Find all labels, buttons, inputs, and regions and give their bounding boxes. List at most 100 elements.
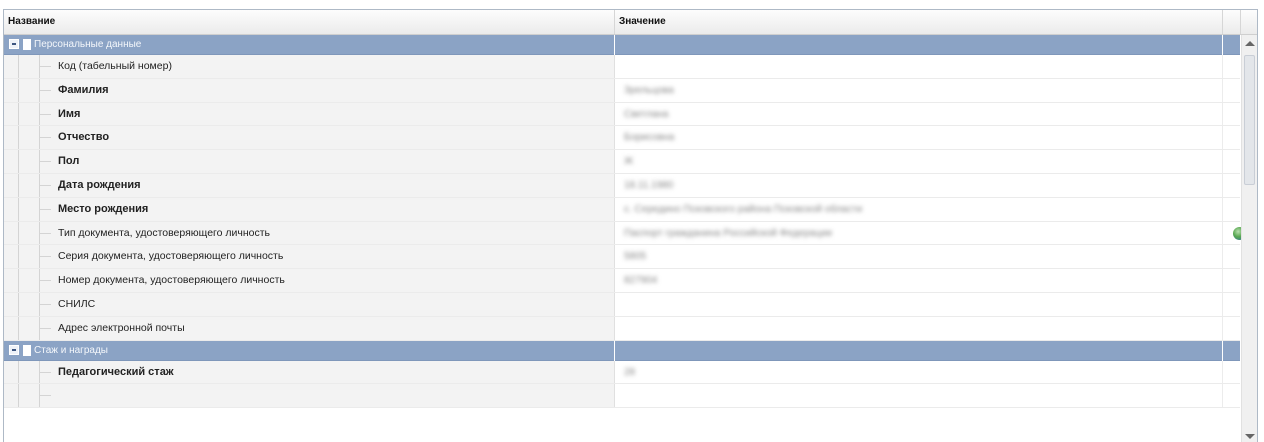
property-extra-cell xyxy=(1222,384,1240,408)
property-row[interactable]: Место рождения с. Середино Псковского рай… xyxy=(4,197,1240,222)
property-extra-cell xyxy=(1222,126,1240,150)
tree-line xyxy=(39,113,51,115)
tree-line xyxy=(39,137,51,139)
property-grid: Название Значение Персональные данные Код… xyxy=(3,9,1258,442)
property-value[interactable]: Зрельцова xyxy=(624,79,674,102)
property-label: Серия документа, удостоверяющего личност… xyxy=(58,250,284,263)
property-extra-cell xyxy=(1222,292,1240,316)
property-row[interactable]: СНИЛС xyxy=(4,292,1240,317)
property-extra-cell xyxy=(1222,269,1240,292)
tree-line xyxy=(18,173,19,197)
tree-line xyxy=(39,280,51,282)
property-name-cell: Отчество xyxy=(4,126,615,150)
property-name-cell: СНИЛС xyxy=(4,292,615,316)
group-row[interactable]: Стаж и награды xyxy=(4,340,1240,361)
property-row[interactable]: Имя Светлана xyxy=(4,102,1240,127)
scroll-down-arrow-icon[interactable] xyxy=(1245,434,1255,439)
group-row[interactable]: Персональные данные xyxy=(4,35,1240,55)
property-label: Дата рождения xyxy=(58,178,141,191)
property-row[interactable]: Тип документа, удостоверяющего личность П… xyxy=(4,221,1246,246)
property-name-cell: Педагогический стаж xyxy=(4,360,615,384)
grid-header: Название Значение xyxy=(4,10,1257,35)
property-name-cell: Место рождения xyxy=(4,197,615,221)
property-name-cell: Фамилия xyxy=(4,78,615,102)
property-name-cell: Дата рождения xyxy=(4,173,615,197)
property-label: Отчество xyxy=(58,131,110,144)
tree-line xyxy=(18,292,19,316)
property-value[interactable]: 5805 xyxy=(624,245,646,268)
property-row[interactable]: Фамилия Зрельцова xyxy=(4,78,1240,103)
property-extra-cell xyxy=(1222,150,1240,173)
property-name-cell: Пол xyxy=(4,150,615,173)
group-title: Стаж и награды xyxy=(34,344,108,356)
property-label: Имя xyxy=(58,107,81,120)
tree-line xyxy=(18,269,19,292)
tree-line xyxy=(39,66,51,67)
tree-line xyxy=(39,89,51,91)
tree-line xyxy=(39,303,51,305)
property-value[interactable]: 827904 xyxy=(624,269,657,292)
property-extra-cell xyxy=(1222,197,1240,221)
property-label: Код (табельный номер) xyxy=(58,60,172,72)
property-value[interactable]: 18.11.1980 xyxy=(624,174,673,197)
grid-rows: Персональные данные Код (табельный номер)… xyxy=(4,35,1246,409)
scroll-up-arrow-icon[interactable] xyxy=(1245,41,1255,46)
property-name-cell: Тип документа, удостоверяющего личность xyxy=(4,221,615,245)
property-label: Тип документа, удостоверяющего личность xyxy=(58,226,271,239)
column-header-name[interactable]: Название xyxy=(4,10,615,34)
tree-line xyxy=(18,221,19,245)
tree-line xyxy=(18,197,19,221)
collapse-toggle-icon[interactable] xyxy=(9,344,19,355)
column-header-value[interactable]: Значение xyxy=(615,10,1223,34)
property-row[interactable]: Адрес электронной почты xyxy=(4,316,1240,341)
tree-line xyxy=(18,316,19,340)
group-marker xyxy=(23,344,31,356)
property-label: Педагогический стаж xyxy=(58,365,174,378)
group-separator xyxy=(1222,35,1223,55)
tree-line xyxy=(39,208,51,210)
property-value[interactable]: Ж xyxy=(624,150,633,173)
property-extra-cell xyxy=(1222,316,1240,340)
group-separator xyxy=(614,340,615,361)
column-header-extra xyxy=(1223,10,1241,34)
group-title: Персональные данные xyxy=(34,39,142,50)
property-label: СНИЛС xyxy=(58,297,96,310)
collapse-toggle-icon[interactable] xyxy=(9,39,19,49)
property-row[interactable]: Серия документа, удостоверяющего личност… xyxy=(4,245,1240,270)
tree-line xyxy=(18,55,19,78)
property-row[interactable]: Пол Ж xyxy=(4,150,1240,174)
property-value[interactable]: Светлана xyxy=(624,103,669,126)
property-row[interactable]: Отчество Борисовна xyxy=(4,126,1240,151)
property-value[interactable]: 28 xyxy=(624,361,635,384)
tree-line xyxy=(39,184,51,186)
tree-line xyxy=(39,371,51,373)
property-extra-cell xyxy=(1222,102,1240,126)
property-row[interactable] xyxy=(4,384,1240,409)
vertical-scrollbar[interactable] xyxy=(1241,35,1257,442)
group-marker xyxy=(23,39,31,50)
tree-line xyxy=(18,384,19,408)
property-row[interactable]: Код (табельный номер) xyxy=(4,55,1240,79)
tree-line xyxy=(39,327,51,329)
property-extra-cell xyxy=(1222,360,1240,384)
tree-line xyxy=(18,245,19,269)
tree-line xyxy=(18,150,19,173)
tree-line xyxy=(18,78,19,102)
property-value[interactable]: Паспорт гражданина Российской Федерации xyxy=(624,222,832,245)
tree-line xyxy=(39,395,51,397)
property-value[interactable]: Борисовна xyxy=(624,126,674,149)
property-name-cell: Адрес электронной почты xyxy=(4,316,615,340)
property-value[interactable]: с. Середино Псковского района Псковской … xyxy=(624,198,862,221)
property-row[interactable]: Педагогический стаж 28 xyxy=(4,360,1240,385)
property-label: Номер документа, удостоверяющего личност… xyxy=(58,274,285,287)
property-label: Фамилия xyxy=(58,83,109,96)
property-extra-cell xyxy=(1222,173,1240,197)
tree-line xyxy=(18,360,19,384)
property-row[interactable]: Дата рождения 18.11.1980 xyxy=(4,173,1240,198)
property-name-cell: Код (табельный номер) xyxy=(4,55,615,78)
property-label: Пол xyxy=(58,155,80,168)
property-name-cell: Номер документа, удостоверяющего личност… xyxy=(4,269,615,292)
scroll-thumb[interactable] xyxy=(1244,55,1255,185)
property-extra-cell xyxy=(1222,55,1240,78)
property-row[interactable]: Номер документа, удостоверяющего личност… xyxy=(4,269,1240,293)
